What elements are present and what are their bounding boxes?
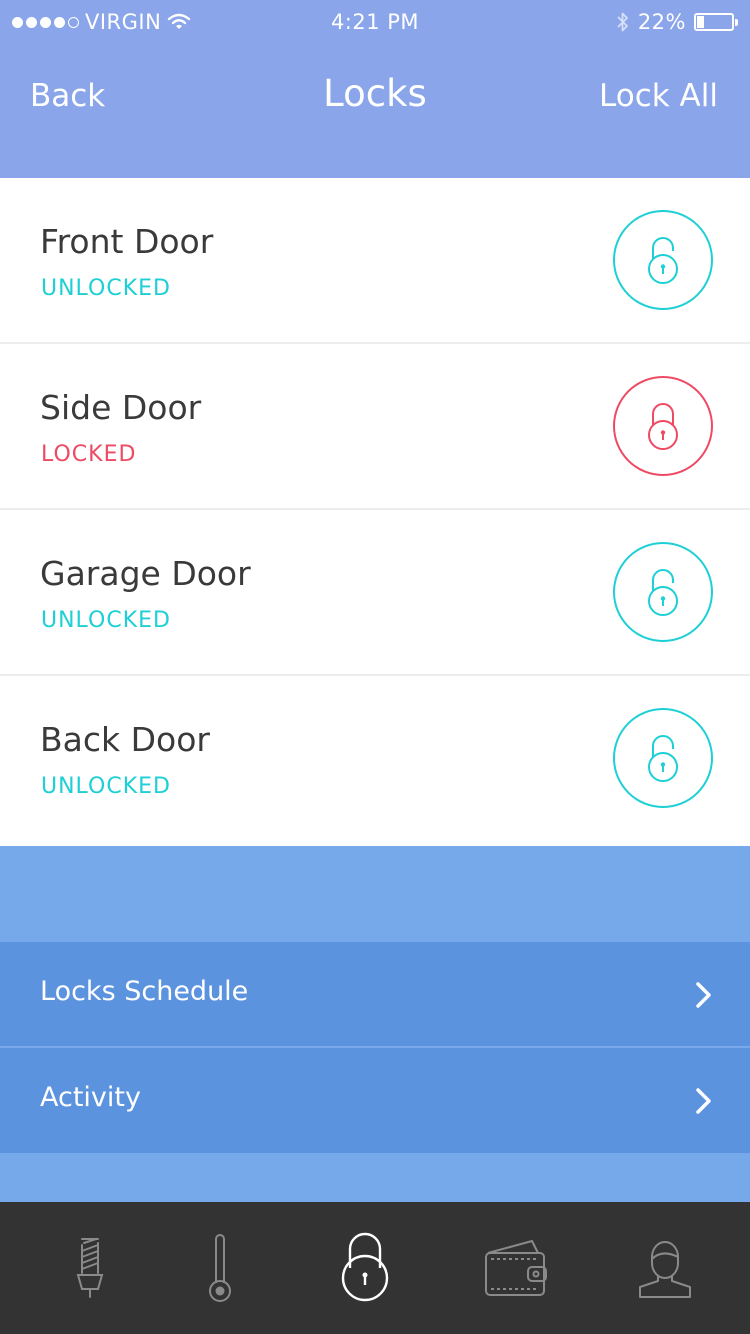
tab-locks[interactable] (290, 1202, 440, 1334)
tab-climate[interactable] (145, 1202, 295, 1334)
lightbulb-icon (76, 1238, 104, 1298)
status-right: 22% (616, 10, 738, 34)
lock-row[interactable]: Garage Door UNLOCKED (0, 510, 750, 676)
chevron-right-icon (696, 982, 711, 1008)
unlocked-padlock-icon (648, 569, 678, 616)
unlocked-padlock-icon (648, 735, 678, 782)
lock-name: Front Door (40, 222, 214, 261)
thermometer-icon (209, 1234, 231, 1302)
settings-panel: Locks Schedule Activity (0, 846, 750, 1202)
status-bar: VIRGIN 4:21 PM 22% (0, 0, 750, 44)
unlocked-padlock-button[interactable] (613, 708, 713, 808)
unlocked-padlock-button[interactable] (613, 210, 713, 310)
user-icon (639, 1241, 691, 1298)
battery-icon (694, 13, 738, 31)
menu-item-label: Locks Schedule (40, 976, 249, 1007)
locked-padlock-icon (648, 403, 678, 450)
lock-status: UNLOCKED (41, 276, 171, 301)
battery-fill (697, 16, 704, 28)
tab-lights[interactable] (15, 1202, 165, 1334)
lock-status: UNLOCKED (41, 774, 171, 799)
tab-profile[interactable] (590, 1202, 740, 1334)
header: VIRGIN 4:21 PM 22% Back Locks Lock All (0, 0, 750, 178)
lock-row[interactable]: Side Door LOCKED (0, 344, 750, 510)
lock-status: LOCKED (41, 442, 137, 467)
lock-status: UNLOCKED (41, 608, 171, 633)
lock-list: Front Door UNLOCKED Side Door LOCKED Gar… (0, 178, 750, 844)
menu-item-activity[interactable]: Activity (0, 1048, 750, 1153)
tab-wallet[interactable] (440, 1202, 590, 1334)
lock-row[interactable]: Front Door UNLOCKED (0, 178, 750, 344)
padlock-icon (341, 1232, 389, 1302)
unlocked-padlock-button[interactable] (613, 542, 713, 642)
lock-name: Back Door (40, 720, 210, 759)
menu-item-label: Activity (40, 1082, 141, 1113)
unlocked-padlock-icon (648, 237, 678, 284)
bluetooth-icon (617, 12, 628, 32)
menu-item-locks-schedule[interactable]: Locks Schedule (0, 942, 750, 1047)
wallet-icon (485, 1240, 547, 1296)
lock-name: Garage Door (40, 554, 251, 593)
chevron-right-icon (696, 1088, 711, 1114)
lock-all-button[interactable]: Lock All (599, 78, 718, 114)
tab-bar (0, 1202, 750, 1334)
locked-padlock-button[interactable] (613, 376, 713, 476)
lock-row[interactable]: Back Door UNLOCKED (0, 676, 750, 844)
battery-percent: 22% (637, 10, 686, 34)
lock-name: Side Door (40, 388, 202, 427)
